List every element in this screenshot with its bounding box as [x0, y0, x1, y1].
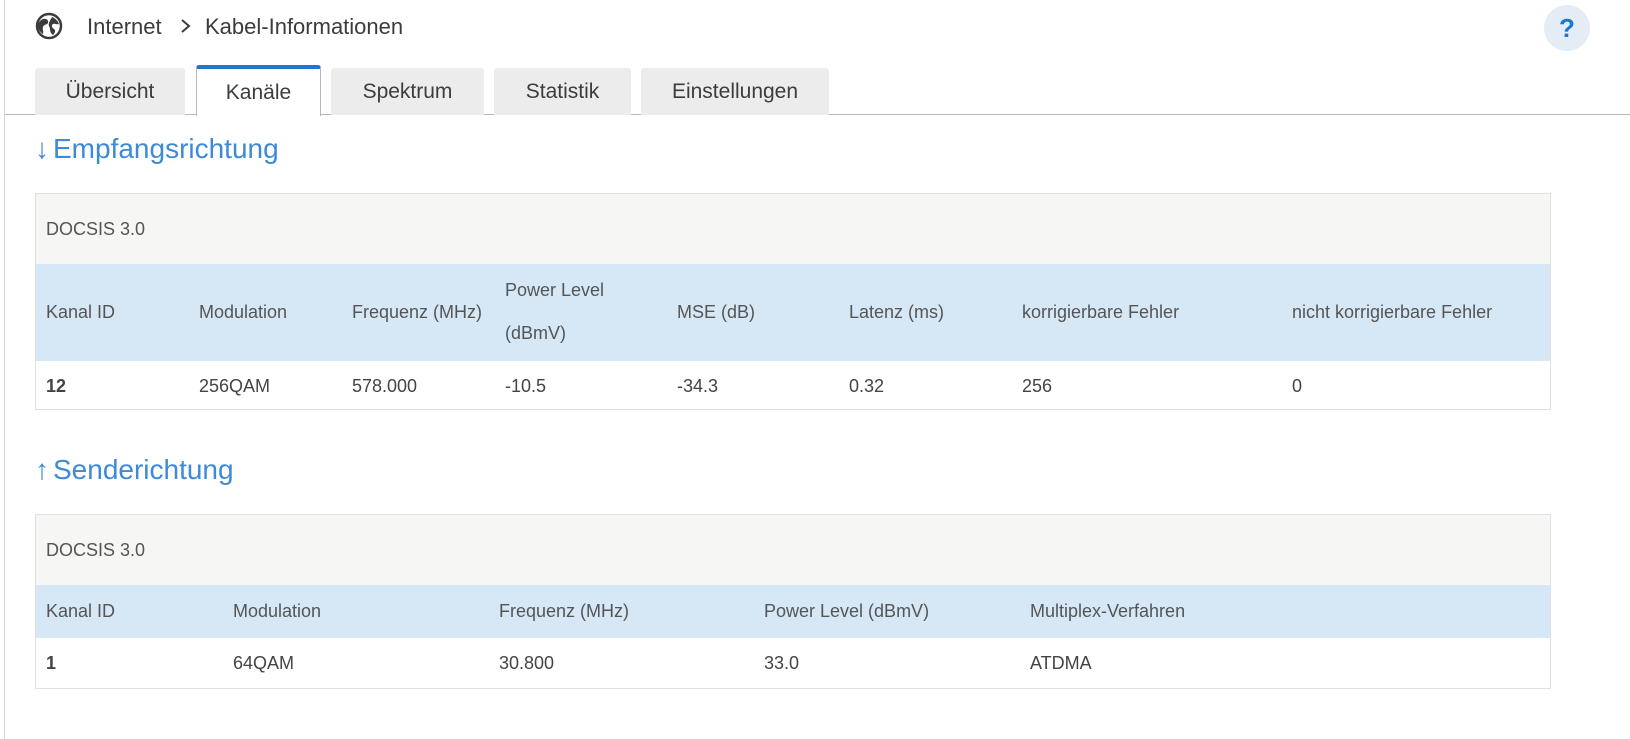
cell-frequenz: 578.000: [352, 376, 418, 396]
upstream-title: ↑ Senderichtung: [35, 454, 234, 486]
header-korrigierbare-fehler: korrigierbare Fehler: [1022, 302, 1180, 322]
cell-latenz: 0.32: [849, 376, 885, 396]
cell-modulation: 64QAM: [233, 653, 295, 673]
header-kanal-id: Kanal ID: [46, 601, 116, 621]
header-frequenz: Frequenz (MHz): [499, 601, 630, 621]
header-modulation: Modulation: [233, 601, 322, 621]
header-power-level: Power Level (dBmV): [764, 601, 930, 621]
downstream-title-text: Empfangsrichtung: [53, 133, 279, 164]
chevron-right-icon: [179, 15, 193, 37]
cell-korrigierbare-fehler: 256: [1022, 376, 1053, 396]
tab-kanaele[interactable]: Kanäle: [196, 65, 321, 116]
breadcrumb-internet[interactable]: Internet: [87, 14, 162, 40]
page: Internet Kabel-Informationen ? Übersicht…: [4, 0, 1630, 739]
tab-einstellungen[interactable]: Einstellungen: [641, 68, 829, 115]
cell-kanal-id: 12: [46, 376, 67, 396]
table-row: 12 256QAM 578.000 -10.5 -34.3 0.32 256 0: [36, 361, 1550, 409]
table-row: 1 64QAM 30.800 33.0 ATDMA: [36, 638, 1550, 688]
cell-frequenz: 30.800: [499, 653, 555, 673]
cell-power-level: 33.0: [764, 653, 800, 673]
tab-statistik[interactable]: Statistik: [494, 68, 631, 115]
header-multiplex-verfahren: Multiplex-Verfahren: [1030, 601, 1186, 621]
upstream-title-text: Senderichtung: [53, 454, 234, 485]
cell-kanal-id: 1: [46, 653, 57, 673]
cell-multiplex-verfahren: ATDMA: [1030, 653, 1092, 673]
arrow-down-icon: ↓: [35, 133, 49, 164]
tab-spektrum[interactable]: Spektrum: [331, 68, 484, 115]
arrow-up-icon: ↑: [35, 454, 49, 485]
downstream-table: DOCSIS 3.0 Kanal ID Modulation Frequenz …: [35, 193, 1551, 410]
header-frequenz: Frequenz (MHz): [352, 302, 483, 322]
header-power-level: Power Level: [505, 280, 605, 300]
upstream-caption: DOCSIS 3.0: [36, 515, 1550, 585]
header-modulation: Modulation: [199, 302, 288, 322]
tab-bar: Übersicht Kanäle Spektrum Statistik Eins…: [5, 65, 1630, 116]
upstream-table: DOCSIS 3.0 Kanal ID Modulation Frequenz …: [35, 514, 1551, 689]
header-latenz: Latenz (ms): [849, 302, 945, 322]
help-button[interactable]: ?: [1544, 5, 1590, 51]
cell-mse: -34.3: [677, 376, 719, 396]
header-mse: MSE (dB): [677, 302, 756, 322]
header-kanal-id: Kanal ID: [46, 302, 116, 322]
downstream-header-row: Kanal ID Modulation Frequenz (MHz) Power…: [36, 264, 1550, 361]
globe-icon: [35, 12, 63, 40]
header-nicht-korrigierbare-fehler: nicht korrigierbare Fehler: [1292, 302, 1493, 322]
cell-modulation: 256QAM: [199, 376, 271, 396]
downstream-caption: DOCSIS 3.0: [36, 194, 1550, 264]
cell-nicht-korrigierbare-fehler: 0: [1292, 376, 1303, 396]
header-power-level-unit: (dBmV): [505, 323, 567, 343]
tab-uebersicht[interactable]: Übersicht: [35, 68, 185, 115]
breadcrumb-current: Kabel-Informationen: [205, 14, 404, 39]
upstream-header-row: Kanal ID Modulation Frequenz (MHz) Power…: [36, 585, 1550, 638]
cell-power-level: -10.5: [505, 376, 547, 396]
downstream-title: ↓ Empfangsrichtung: [35, 133, 279, 165]
top-bar: Internet Kabel-Informationen ?: [5, 0, 1630, 56]
